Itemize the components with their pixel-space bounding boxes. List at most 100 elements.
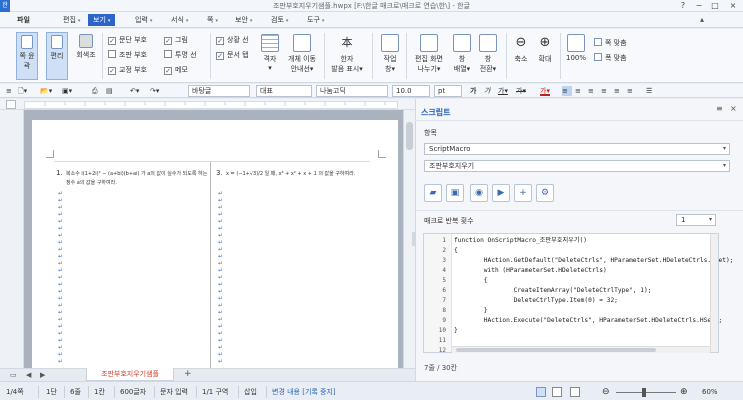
menu-security[interactable]: 보안 ▾ <box>230 14 257 26</box>
strikethrough-icon[interactable]: 가▾ <box>516 86 526 96</box>
grid-button[interactable]: 격자 ▾ <box>258 32 282 80</box>
checkbox-picture[interactable]: ✓ 그림 <box>164 35 197 46</box>
divide-icon[interactable]: ≡ <box>627 86 633 96</box>
code-line[interactable]: function OnScriptMacro_조판부호지우기() <box>454 236 733 246</box>
zoom-100-button[interactable]: 100% <box>564 32 588 80</box>
tab-prev-icon[interactable]: ◀ <box>26 371 31 379</box>
code-line[interactable]: { <box>454 276 733 286</box>
ribbon-collapse-icon[interactable]: ▴ <box>700 15 704 24</box>
panel-close-icon[interactable]: × <box>730 104 737 113</box>
arrange-windows-button[interactable]: 창 배열▾ <box>450 32 474 80</box>
code-line[interactable]: HAction.Execute("DeleteCtrls", HParamete… <box>454 316 733 326</box>
fit-page-button[interactable]: 쪽 맞춤 <box>594 38 627 49</box>
code-line[interactable]: } <box>454 306 733 316</box>
italic-icon[interactable]: 가 <box>484 86 490 96</box>
code-vertical-scrollbar[interactable] <box>710 234 718 352</box>
redo-icon[interactable]: ↷▾ <box>150 86 159 96</box>
align-right-icon[interactable]: ≡ <box>588 86 594 96</box>
tab-list-icon[interactable]: ▭ <box>10 371 17 379</box>
macro-select[interactable]: 조판부호지우기 ▾ <box>424 160 730 172</box>
zoom-in-icon[interactable]: ⊕ <box>680 386 688 398</box>
status-page[interactable]: 1/4쪽 <box>6 386 24 398</box>
checkbox-memo[interactable]: ✓ 메모 <box>164 65 197 76</box>
checkbox-status-line[interactable]: ✓ 상황 선 <box>216 35 249 46</box>
script-type-select[interactable]: ScriptMacro ▾ <box>424 143 730 155</box>
menu-file[interactable]: 파일 <box>12 14 35 26</box>
switch-window-button[interactable]: 창 전환▾ <box>476 32 500 80</box>
code-line[interactable]: { <box>454 246 733 256</box>
task-pane-button[interactable]: 작업 창▾ <box>378 32 402 80</box>
view-page-icon[interactable] <box>552 387 562 397</box>
run-macro-icon[interactable]: ▶ <box>492 184 510 202</box>
zoom-out-button[interactable]: ⊖ 축소 <box>510 32 532 80</box>
tab-next-icon[interactable]: ▶ <box>40 371 45 379</box>
open-folder-icon[interactable]: ▰ <box>424 184 442 202</box>
undo-icon[interactable]: ↶▾ <box>130 86 139 96</box>
open-icon[interactable]: 📂▾ <box>40 86 52 96</box>
convenient-view-button[interactable]: 편리 <box>46 32 68 80</box>
scrollbar-thumb[interactable] <box>406 122 413 150</box>
unit-select[interactable]: pt <box>434 85 462 97</box>
underline-icon[interactable]: 가▾ <box>498 86 508 96</box>
zoom-out-icon[interactable]: ⊖ <box>602 386 610 398</box>
align-center-icon[interactable]: ≡ <box>601 86 607 96</box>
zoom-slider[interactable] <box>616 392 676 393</box>
hanja-pronunciation-button[interactable]: 本 한자 발음 표시▾ <box>328 32 366 80</box>
align-left-icon[interactable]: ≡ <box>575 86 581 96</box>
maximize-button[interactable]: □ <box>708 1 722 11</box>
zoom-level[interactable]: 60% <box>702 386 718 398</box>
checkbox-transparent-line[interactable]: 투명 선 <box>164 50 197 61</box>
zoom-in-button[interactable]: ⊕ 확대 <box>534 32 556 80</box>
scrollbar-thumb[interactable] <box>456 348 656 352</box>
minimize-button[interactable]: − <box>692 1 706 11</box>
code-lines[interactable]: function OnScriptMacro_조판부호지우기(){ HActio… <box>454 236 733 356</box>
split-screen-button[interactable]: 편집 화면 나누기▾ <box>410 32 448 80</box>
add-tab-button[interactable]: + <box>184 369 192 379</box>
menu-view[interactable]: 보기 ▾ <box>88 14 116 26</box>
status-track-changes[interactable]: 변경 내용 [기록 중지] <box>272 386 336 398</box>
macro-settings-icon[interactable]: ⚙ <box>536 184 554 202</box>
document-page[interactable] <box>32 120 398 368</box>
app-icon[interactable]: 한 <box>0 0 10 12</box>
record-macro-icon[interactable]: ◉ <box>470 184 488 202</box>
language-select[interactable]: 대표 <box>256 85 312 97</box>
horizontal-ruler[interactable] <box>24 101 398 109</box>
new-document-icon[interactable]: 🗋▾ <box>18 86 27 96</box>
code-line[interactable]: DeleteCtrlType.Item(0) = 32; <box>454 296 733 306</box>
zoom-slider-handle[interactable] <box>642 388 646 397</box>
view-normal-icon[interactable] <box>536 387 546 397</box>
checkbox-paragraph-marks[interactable]: ✓ 문단 부호 <box>108 35 147 46</box>
repeat-count-input[interactable]: 1 ▾ <box>676 214 716 226</box>
page-outline-button[interactable]: 쪽 윤곽 <box>16 32 38 80</box>
code-line[interactable]: CreateItemArray("DeleteCtrlType", 1); <box>454 286 733 296</box>
grayscale-button[interactable]: 회색조 <box>74 32 98 80</box>
toolbar-toggle-icon[interactable]: ≡ <box>6 86 12 96</box>
ruler-toggle-icon[interactable] <box>6 100 16 109</box>
help-icon[interactable]: ? <box>676 1 690 11</box>
font-size-input[interactable]: 10.0 <box>392 85 430 97</box>
bold-icon[interactable]: 가 <box>470 86 476 96</box>
vertical-ruler[interactable] <box>0 110 24 368</box>
panel-menu-icon[interactable]: ≡ <box>716 104 723 113</box>
menu-tools[interactable]: 도구 ▾ <box>302 14 329 26</box>
menu-page[interactable]: 쪽 ▾ <box>202 14 223 26</box>
code-line[interactable]: HAction.GetDefault("DeleteCtrls", HParam… <box>454 256 734 266</box>
menu-insert[interactable]: 입력 ▾ <box>130 14 157 26</box>
checkbox-doc-tabs[interactable]: ✓ 문서 탭 <box>216 50 249 61</box>
checkbox-proof-marks[interactable]: ✓ 교정 부호 <box>108 65 147 76</box>
font-select[interactable]: 나눔고딕 <box>316 85 388 97</box>
menu-edit[interactable]: 편집 ▾ <box>58 14 85 26</box>
save-icon[interactable]: ▣▾ <box>62 86 72 96</box>
fit-width-button[interactable]: 폭 맞춤 <box>594 53 627 64</box>
style-select[interactable]: 바탕글 <box>188 85 250 97</box>
code-line[interactable] <box>454 336 733 346</box>
font-color-icon[interactable]: 가▾ <box>540 86 550 96</box>
checkbox-control-codes[interactable]: 조판 부호 <box>108 50 147 61</box>
code-horizontal-scrollbar[interactable] <box>452 346 710 353</box>
view-web-icon[interactable] <box>570 387 580 397</box>
menu-review[interactable]: 검토 ▾ <box>266 14 293 26</box>
save-script-icon[interactable]: ▣ <box>446 184 464 202</box>
close-button[interactable]: × <box>726 1 740 11</box>
add-macro-icon[interactable]: + <box>514 184 532 202</box>
preview-icon[interactable]: ▤ <box>106 86 113 96</box>
